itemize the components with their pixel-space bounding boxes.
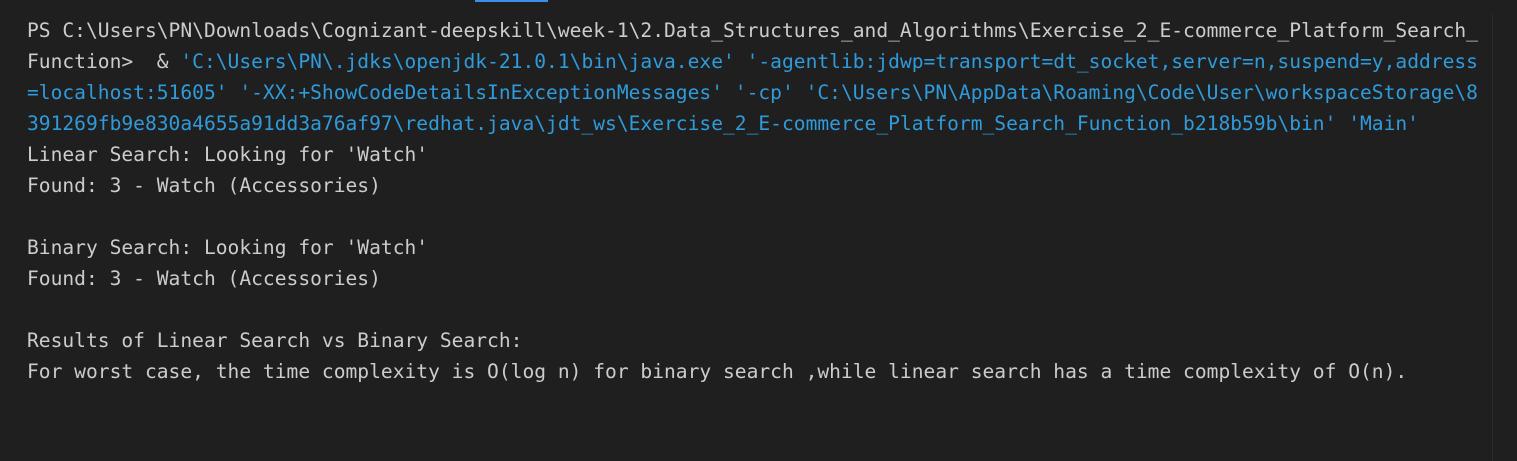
output-line: Found: 3 - Watch (Accessories)	[27, 174, 381, 197]
output-line: Found: 3 - Watch (Accessories)	[27, 267, 381, 290]
terminal-panel[interactable]: PS C:\Users\PN\Downloads\Cognizant-deeps…	[0, 0, 1517, 461]
terminal-command: 'C:\Users\PN\.jdks\openjdk-21.0.1\bin\ja…	[27, 50, 1478, 135]
output-line: Linear Search: Looking for 'Watch'	[27, 143, 429, 166]
output-line: For worst case, the time complexity is O…	[27, 360, 1408, 383]
output-line: Binary Search: Looking for 'Watch'	[27, 236, 429, 259]
active-tab-indicator	[475, 0, 548, 2]
terminal-scrollbar[interactable]	[1492, 14, 1517, 461]
terminal-output[interactable]: PS C:\Users\PN\Downloads\Cognizant-deeps…	[27, 15, 1487, 387]
output-line: Results of Linear Search vs Binary Searc…	[27, 329, 523, 352]
